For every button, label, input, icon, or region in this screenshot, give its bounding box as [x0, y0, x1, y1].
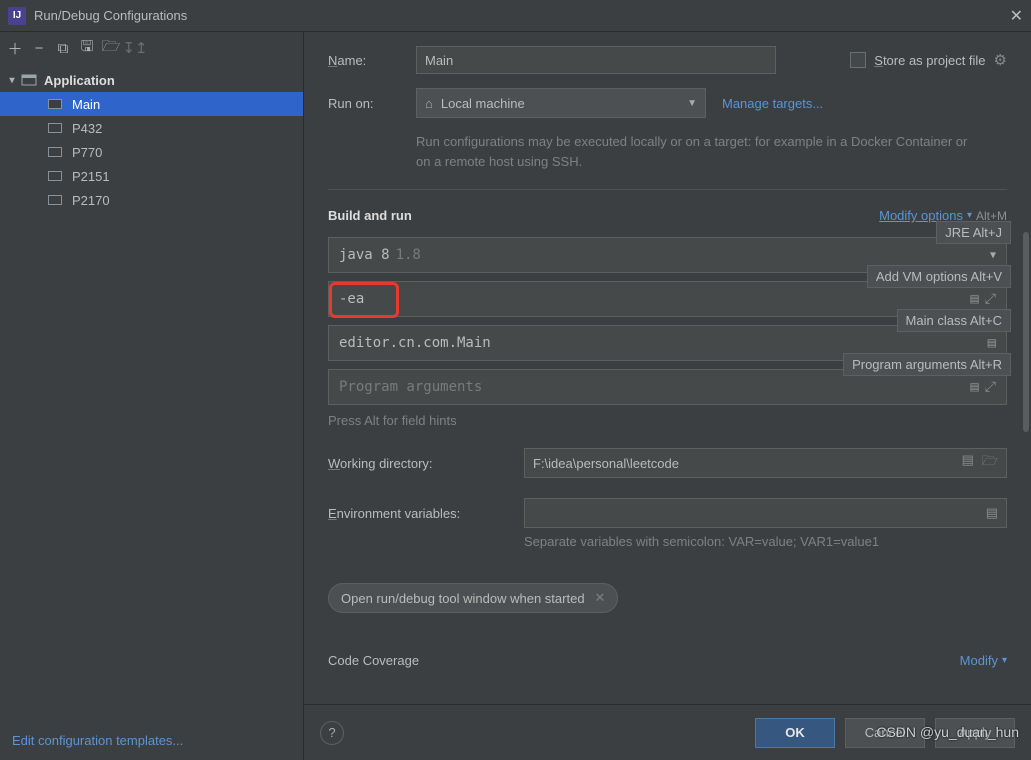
- coverage-title: Code Coverage: [328, 653, 419, 668]
- run-on-dropdown[interactable]: ⌂ Local machine ▼: [416, 88, 706, 118]
- cancel-button[interactable]: Cancel: [845, 718, 925, 748]
- working-dir-value: F:\idea\personal\leetcode: [533, 456, 679, 471]
- tree-item-label: P770: [72, 145, 102, 160]
- browse-folder-icon[interactable]: 🗁: [982, 452, 998, 474]
- tree-item-label: P432: [72, 121, 102, 136]
- save-icon[interactable]: 🖫: [78, 39, 96, 57]
- runon-label: Run on:: [328, 96, 400, 111]
- history-icon[interactable]: ▤: [970, 379, 978, 395]
- right-panel: Name: Main Store as project file ⚙ Run o…: [304, 32, 1031, 760]
- expand-icon[interactable]: ⤢: [985, 291, 996, 307]
- hint-jre: JRE Alt+J: [936, 221, 1011, 244]
- expand-icon[interactable]: ⤢: [985, 379, 996, 395]
- java-version: 1.8: [396, 247, 421, 263]
- tree-root-label: Application: [44, 73, 115, 88]
- vm-options-value: -ea: [339, 291, 364, 307]
- add-icon[interactable]: ＋: [6, 39, 24, 57]
- name-label: Name:: [328, 53, 400, 68]
- field-actions: ▤ ⤢: [970, 291, 996, 307]
- hint-main: Main class Alt+C: [897, 309, 1011, 332]
- field-hint-text: Press Alt for field hints: [328, 413, 1007, 428]
- remove-icon[interactable]: −: [30, 39, 48, 57]
- gear-icon[interactable]: ⚙: [994, 51, 1007, 69]
- field-actions: ▤ ⤢: [970, 379, 996, 395]
- close-icon[interactable]: ✕: [1010, 6, 1023, 26]
- runon-row: Run on: ⌂ Local machine ▼ Manage targets…: [328, 88, 1007, 118]
- chevron-down-icon: ▾: [1002, 655, 1007, 666]
- tree-item-p432[interactable]: P432: [0, 116, 303, 140]
- chevron-down-icon: ▼: [687, 98, 697, 109]
- separator: [328, 189, 1007, 190]
- scrollbar[interactable]: [1023, 232, 1029, 432]
- coverage-modify-link[interactable]: Modify ▾: [960, 653, 1007, 668]
- tree-item-main[interactable]: Main: [0, 92, 303, 116]
- env-hint: Separate variables with semicolon: VAR=v…: [524, 534, 1007, 549]
- working-dir-label: Working directory:: [328, 456, 508, 471]
- tree-item-p2151[interactable]: P2151: [0, 164, 303, 188]
- window-title: Run/Debug Configurations: [34, 8, 1010, 23]
- tree-item-label: Main: [72, 97, 100, 112]
- left-panel: ＋ − ⧉ 🖫 🗁 ↧↥ ▾ Application Main P432: [0, 32, 304, 760]
- env-input[interactable]: ▤: [524, 498, 1007, 528]
- right-content: Name: Main Store as project file ⚙ Run o…: [304, 32, 1031, 704]
- working-dir-row: Working directory: F:\idea\personal\leet…: [328, 448, 1007, 478]
- titlebar: IJ Run/Debug Configurations ✕: [0, 0, 1031, 32]
- name-row: Name: Main Store as project file ⚙: [328, 46, 1007, 74]
- checkbox-icon[interactable]: [850, 52, 866, 68]
- copy-icon[interactable]: ⧉: [54, 39, 72, 57]
- java-label: java 8: [339, 247, 390, 263]
- ok-button[interactable]: OK: [755, 718, 835, 748]
- config-icon: [48, 119, 66, 137]
- working-dir-input[interactable]: F:\idea\personal\leetcode ▤ 🗁: [524, 448, 1007, 478]
- sort-icon[interactable]: ↧↥: [126, 39, 144, 57]
- application-icon: [20, 71, 38, 89]
- env-label: Environment variables:: [328, 506, 508, 521]
- tree-item-label: P2170: [72, 193, 110, 208]
- build-run-header: Build and run Modify options ▾ Alt+M: [328, 208, 1007, 223]
- field-actions: ▤: [988, 335, 996, 351]
- dialog-footer: ? OK Cancel Apply: [304, 704, 1031, 760]
- runon-value: Local machine: [441, 96, 525, 111]
- code-coverage-row: Code Coverage Modify ▾: [328, 653, 1007, 668]
- list-icon[interactable]: ▤: [986, 505, 998, 521]
- left-toolbar: ＋ − ⧉ 🖫 🗁 ↧↥: [0, 32, 303, 64]
- main-class-value: editor.cn.com.Main: [339, 335, 491, 351]
- config-icon: [48, 143, 66, 161]
- hint-vm: Add VM options Alt+V: [867, 265, 1011, 288]
- chip-label: Open run/debug tool window when started: [341, 591, 585, 606]
- section-title: Build and run: [328, 208, 412, 223]
- app-logo-icon: IJ: [8, 7, 26, 25]
- edit-config-templates-link[interactable]: Edit configuration templates...: [0, 721, 303, 760]
- store-as-project-file[interactable]: Store as project file ⚙: [850, 51, 1007, 69]
- manage-targets-link[interactable]: Manage targets...: [722, 96, 823, 111]
- main-area: ＋ − ⧉ 🖫 🗁 ↧↥ ▾ Application Main P432: [0, 32, 1031, 760]
- chevron-down-icon: ▾: [967, 210, 972, 221]
- apply-button[interactable]: Apply: [935, 718, 1015, 748]
- name-input[interactable]: Main: [416, 46, 776, 74]
- name-value: Main: [425, 53, 453, 68]
- home-icon: ⌂: [425, 96, 433, 111]
- config-tree: ▾ Application Main P432 P770 P2151: [0, 64, 303, 721]
- chevron-down-icon: ▾: [4, 75, 20, 86]
- program-args-placeholder: Program arguments: [339, 379, 482, 395]
- tree-item-p770[interactable]: P770: [0, 140, 303, 164]
- tree-item-label: P2151: [72, 169, 110, 184]
- history-icon[interactable]: ▤: [962, 452, 974, 474]
- history-icon[interactable]: ▤: [988, 335, 996, 351]
- runon-help-text: Run configurations may be executed local…: [416, 132, 976, 171]
- history-icon[interactable]: ▤: [970, 291, 978, 307]
- help-icon[interactable]: ?: [320, 721, 344, 745]
- config-icon: [48, 167, 66, 185]
- tree-root-application[interactable]: ▾ Application: [0, 68, 303, 92]
- open-tool-window-chip[interactable]: Open run/debug tool window when started …: [328, 583, 618, 613]
- build-fields: JRE Alt+J java 8 1.8 ▼ Add VM options Al…: [328, 237, 1007, 428]
- remove-chip-icon[interactable]: ✕: [595, 590, 606, 606]
- config-icon: [48, 95, 66, 113]
- chevron-down-icon: ▼: [990, 250, 996, 261]
- config-icon: [48, 191, 66, 209]
- folder-icon[interactable]: 🗁: [102, 39, 120, 57]
- tree-item-p2170[interactable]: P2170: [0, 188, 303, 212]
- env-row: Environment variables: ▤: [328, 498, 1007, 528]
- hint-args: Program arguments Alt+R: [843, 353, 1011, 376]
